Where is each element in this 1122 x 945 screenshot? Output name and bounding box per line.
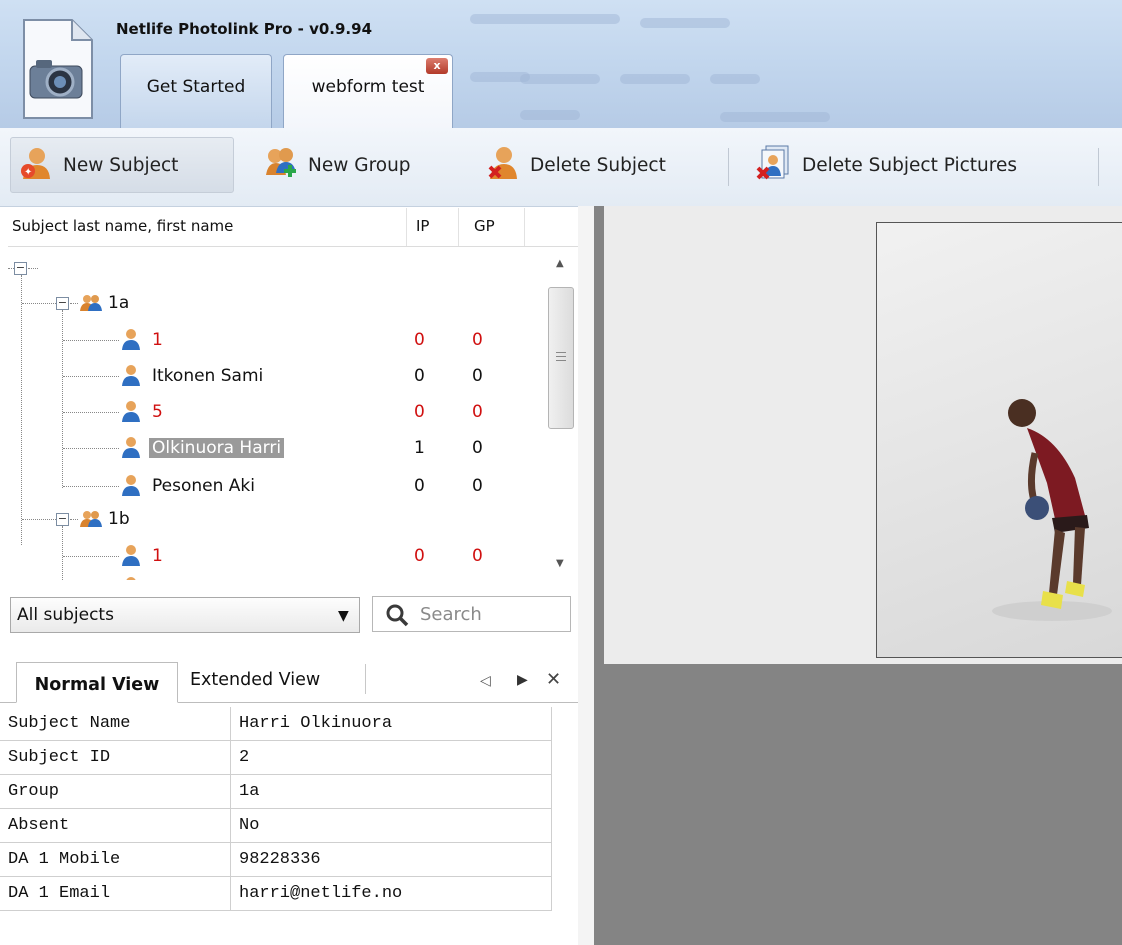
new-group-icon bbox=[264, 145, 298, 186]
subject-photo[interactable] bbox=[876, 222, 1122, 658]
group-icon bbox=[80, 294, 102, 312]
delete-subject-icon bbox=[486, 145, 520, 186]
search-placeholder: Search bbox=[420, 604, 482, 625]
table-row[interactable]: Absent No bbox=[0, 808, 552, 843]
subject-tree[interactable]: − − 1a 1 0 0 Itkonen Sami 0 0 5 0 0 Olki… bbox=[8, 248, 578, 580]
subject-name: Itkonen Sami bbox=[152, 366, 264, 386]
person-icon bbox=[122, 328, 140, 350]
subject-ip: 0 bbox=[414, 402, 425, 422]
subject-ip: 1 bbox=[414, 438, 425, 458]
window-title: Netlife Photolink Pro - v0.9.94 bbox=[116, 20, 373, 38]
person-icon bbox=[122, 576, 140, 580]
subject-gp: 0 bbox=[472, 438, 483, 458]
person-icon bbox=[122, 364, 140, 386]
person-icon bbox=[122, 436, 140, 458]
scroll-down-icon[interactable]: ▼ bbox=[556, 558, 564, 569]
tab-separator bbox=[365, 664, 366, 694]
group-1a-label[interactable]: 1a bbox=[108, 289, 129, 317]
property-value[interactable]: 98228336 bbox=[230, 842, 552, 877]
scroll-up-icon[interactable]: ▲ bbox=[556, 258, 564, 269]
property-value[interactable]: 2 bbox=[230, 740, 552, 775]
new-subject-button[interactable]: ✦ New Subject bbox=[10, 137, 234, 193]
property-value[interactable]: 1a bbox=[230, 774, 552, 809]
table-row[interactable]: DA 1 Email harri@netlife.no bbox=[0, 876, 552, 911]
tab-normal-view[interactable]: Normal View bbox=[16, 662, 178, 703]
property-key: Subject ID bbox=[0, 740, 231, 775]
svg-text:✦: ✦ bbox=[24, 167, 32, 178]
subject-name: 5 bbox=[152, 402, 163, 422]
group-1b-collapse-icon[interactable]: − bbox=[56, 513, 69, 526]
property-value[interactable]: harri@netlife.no bbox=[230, 876, 552, 911]
scrollbar-thumb[interactable] bbox=[548, 287, 574, 429]
person-icon bbox=[122, 400, 140, 422]
subject-gp: 0 bbox=[472, 476, 483, 496]
panel-close-icon[interactable]: ✕ bbox=[546, 669, 561, 690]
dropdown-arrow-icon[interactable]: ▼ bbox=[338, 608, 349, 624]
toolbar: ✦ New Subject New Group Delete Subject D… bbox=[0, 128, 1122, 207]
tree-column-header: Subject last name, first name IP GP bbox=[8, 208, 578, 247]
subject-gp: 0 bbox=[472, 546, 483, 566]
property-value[interactable]: No bbox=[230, 808, 552, 843]
root-collapse-icon[interactable]: − bbox=[14, 262, 27, 275]
subject-gp: 0 bbox=[472, 330, 483, 350]
property-value[interactable]: Harri Olkinuora bbox=[230, 707, 552, 741]
tab-get-started[interactable]: Get Started bbox=[120, 54, 272, 128]
tab-close-icon[interactable]: x bbox=[426, 58, 448, 74]
subject-gp: 0 bbox=[472, 366, 483, 386]
person-icon bbox=[122, 474, 140, 496]
delete-subject-label: Delete Subject bbox=[530, 154, 666, 176]
subject-name-selected: Olkinuora Harri bbox=[149, 438, 285, 458]
table-row[interactable]: Group 1a bbox=[0, 774, 552, 809]
basketball-player-photo bbox=[992, 399, 1112, 621]
property-key: Subject Name bbox=[0, 707, 231, 741]
subject-properties-table: Subject Name Harri Olkinuora Subject ID … bbox=[0, 707, 552, 911]
group-1b-label[interactable]: 1b bbox=[108, 505, 130, 533]
group-1a-collapse-icon[interactable]: − bbox=[56, 297, 69, 310]
subject-name: 1 bbox=[152, 546, 163, 566]
subject-filter-select[interactable]: All subjects bbox=[10, 597, 360, 633]
subject-ip: 0 bbox=[414, 476, 425, 496]
subject-name: Pesonen Aki bbox=[152, 476, 255, 496]
search-icon bbox=[386, 604, 409, 627]
column-ip-header[interactable]: IP bbox=[416, 217, 429, 235]
subject-ip: 0 bbox=[414, 546, 425, 566]
subject-ip: 0 bbox=[414, 366, 425, 386]
tab-scroll-right-icon[interactable]: ▶ bbox=[517, 672, 528, 688]
app-camera-icon[interactable] bbox=[20, 18, 94, 120]
new-subject-icon: ✦ bbox=[19, 145, 53, 186]
column-gp-header[interactable]: GP bbox=[474, 217, 495, 235]
property-key: Absent bbox=[0, 808, 231, 843]
table-row[interactable]: DA 1 Mobile 98228336 bbox=[0, 842, 552, 877]
property-key: DA 1 Email bbox=[0, 876, 231, 911]
subject-gp: 0 bbox=[472, 402, 483, 422]
new-group-label: New Group bbox=[308, 154, 411, 176]
delete-subject-button[interactable]: Delete Subject bbox=[478, 137, 718, 193]
toolbar-separator bbox=[728, 148, 729, 186]
property-key: Group bbox=[0, 774, 231, 809]
delete-subject-pictures-label: Delete Subject Pictures bbox=[802, 154, 1017, 176]
tab-extended-view[interactable]: Extended View bbox=[190, 670, 320, 690]
column-name-header[interactable]: Subject last name, first name bbox=[12, 217, 233, 235]
property-key: DA 1 Mobile bbox=[0, 842, 231, 877]
new-group-button[interactable]: New Group bbox=[256, 137, 456, 193]
panel-splitter[interactable] bbox=[578, 206, 594, 945]
table-row[interactable]: Subject Name Harri Olkinuora bbox=[0, 707, 552, 741]
subject-ip: 0 bbox=[414, 330, 425, 350]
toolbar-separator bbox=[1098, 148, 1099, 186]
subject-name: 1 bbox=[152, 330, 163, 350]
group-icon bbox=[80, 510, 102, 528]
delete-pictures-icon bbox=[756, 144, 792, 187]
table-row[interactable]: Subject ID 2 bbox=[0, 740, 552, 775]
delete-subject-pictures-button[interactable]: Delete Subject Pictures bbox=[748, 137, 1088, 193]
person-icon bbox=[122, 544, 140, 566]
new-subject-label: New Subject bbox=[63, 154, 179, 176]
tab-scroll-left-icon[interactable]: ◁ bbox=[480, 673, 491, 689]
